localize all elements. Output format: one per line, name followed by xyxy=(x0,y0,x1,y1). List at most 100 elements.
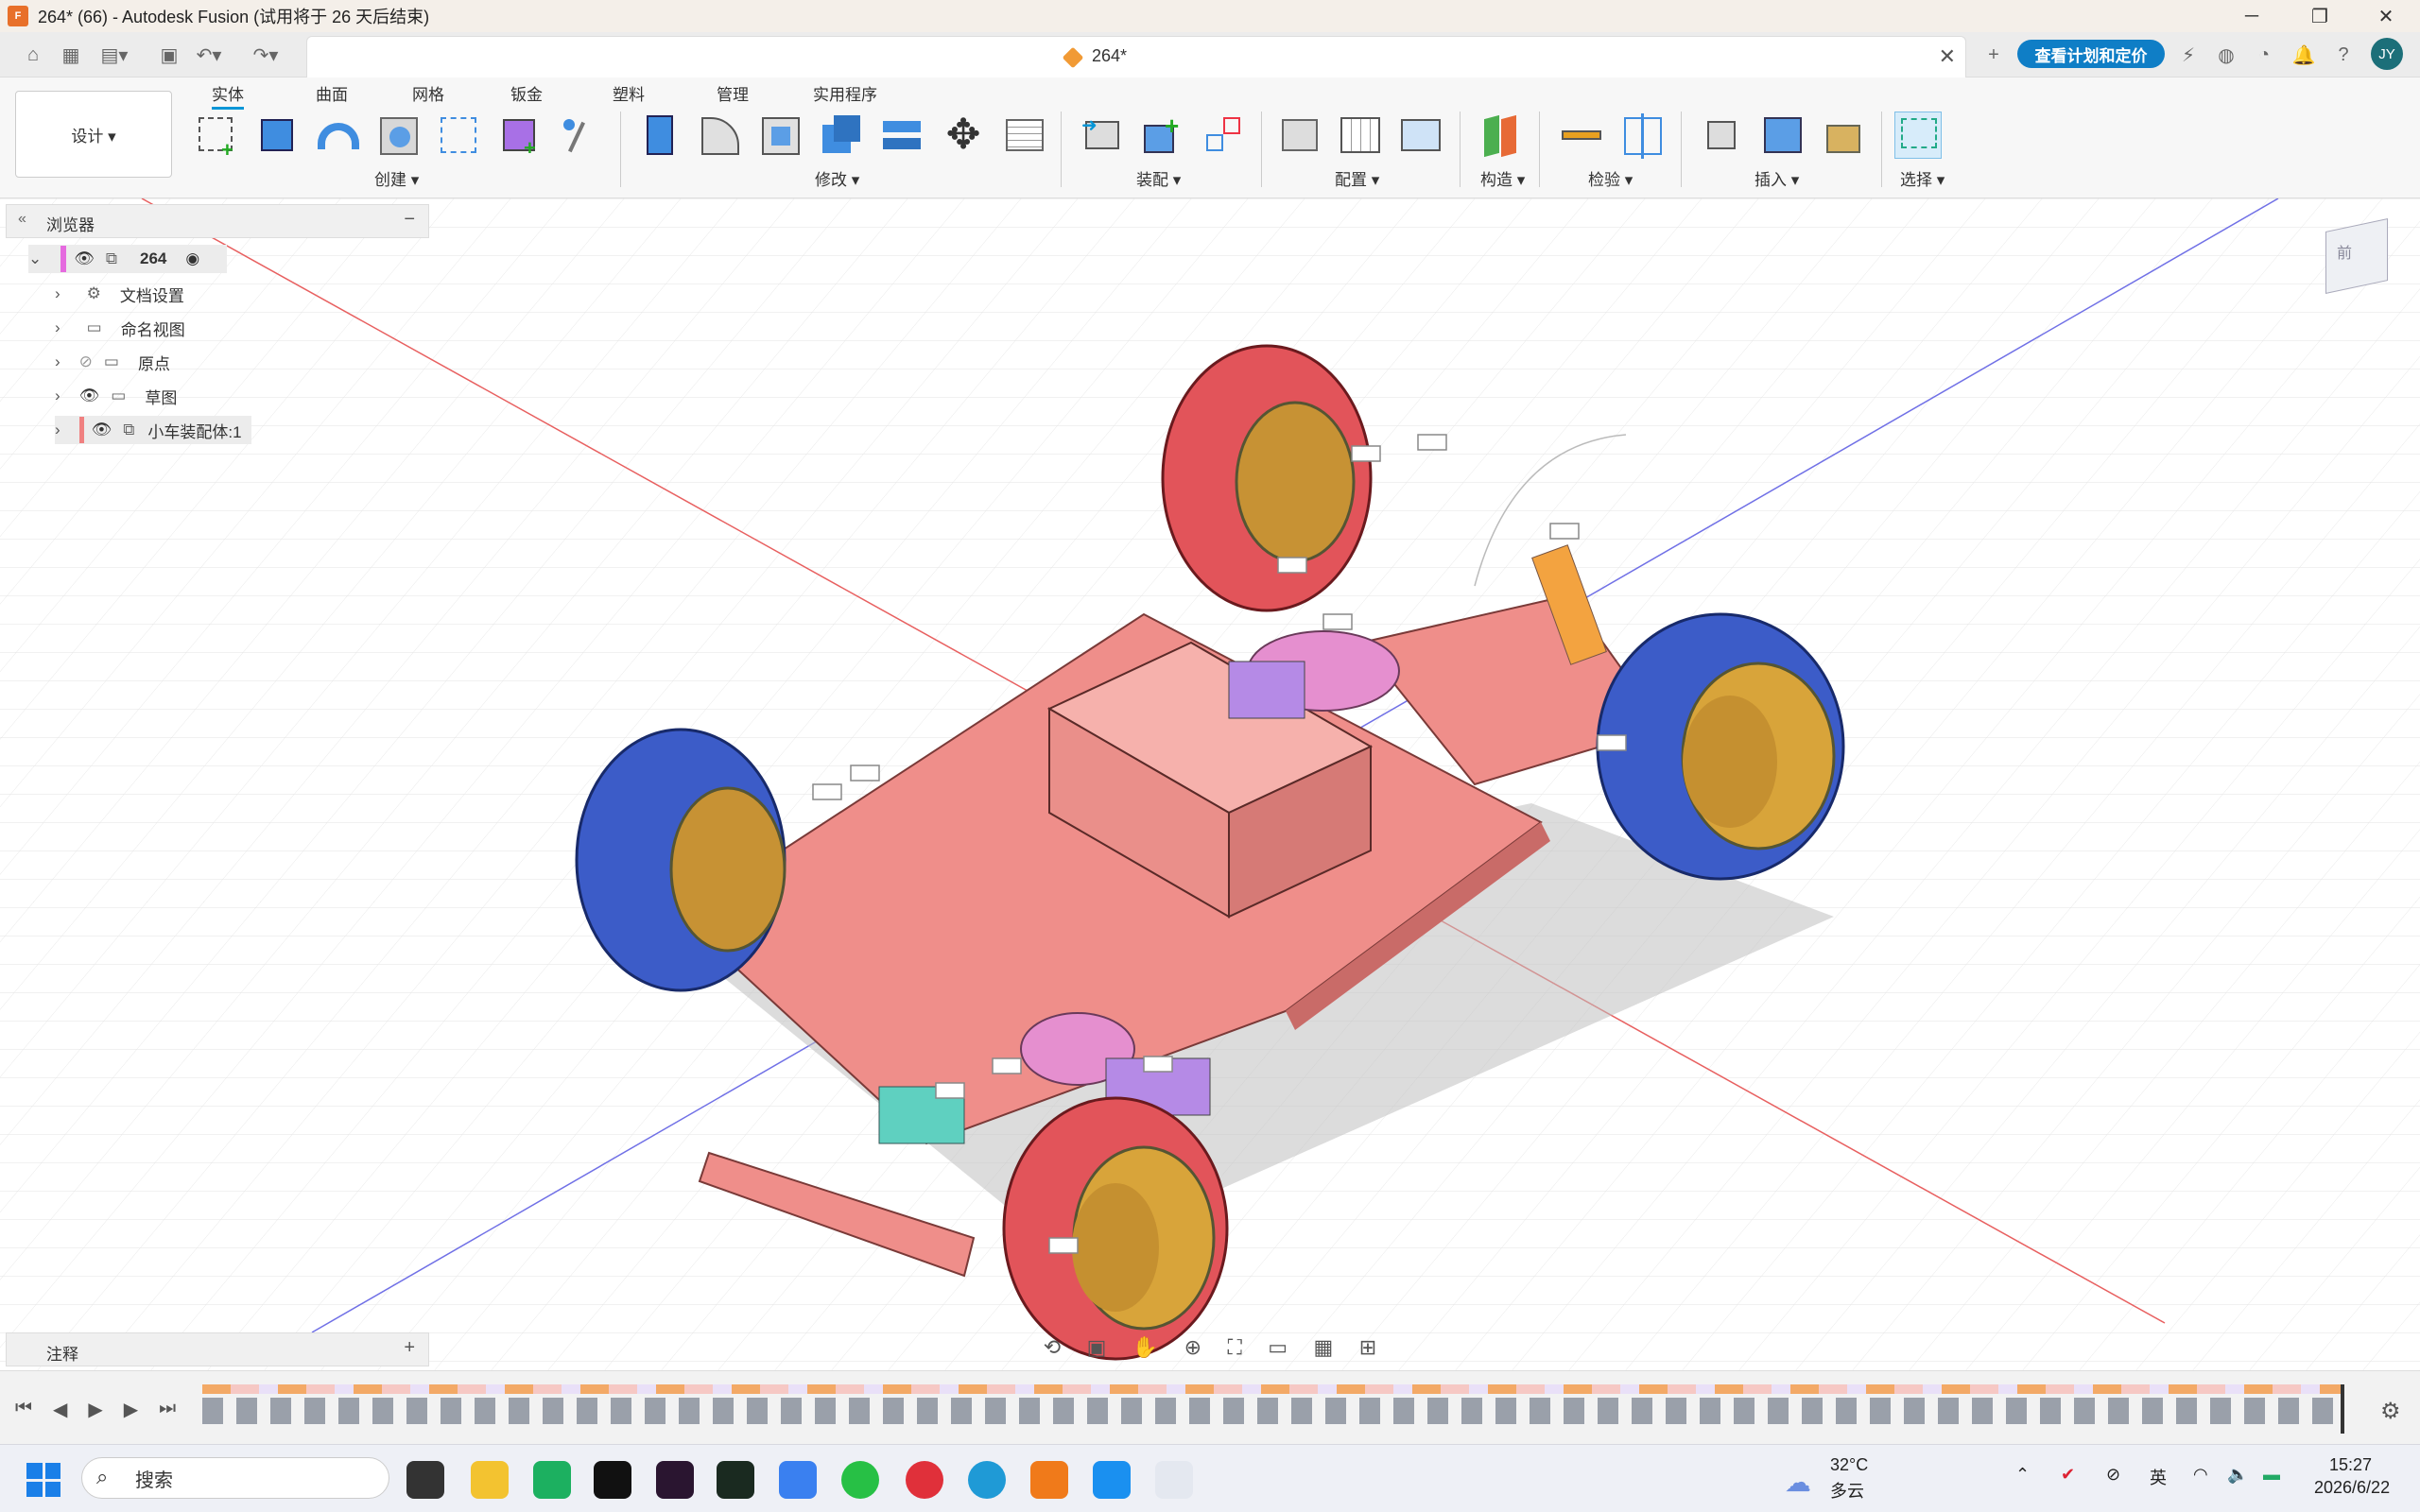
file-explorer-icon[interactable] xyxy=(471,1461,509,1499)
help-icon[interactable]: ? xyxy=(2329,42,2358,68)
taskbar-app-bird[interactable] xyxy=(779,1461,817,1499)
fit-icon[interactable]: ⛶ xyxy=(1227,1335,1241,1360)
job-status-icon[interactable]: ◍ xyxy=(2212,42,2240,68)
taskbar-app-green[interactable] xyxy=(533,1461,571,1499)
avatar[interactable]: JY xyxy=(2371,38,2403,70)
tab-utilities[interactable]: 实用程序 xyxy=(813,81,877,105)
clock-icon[interactable]: ◔ xyxy=(2250,42,2278,68)
redo-icon[interactable]: ↷▾ xyxy=(251,42,280,68)
go-to-start-icon[interactable]: ⏮ xyxy=(15,1398,32,1421)
as-built-joint-icon[interactable]: + xyxy=(1138,112,1185,159)
browser-item-named-views[interactable]: › ▭ 命名视图 xyxy=(55,314,185,342)
insert-derive-icon[interactable] xyxy=(1698,112,1745,159)
snipping-tool-icon[interactable] xyxy=(1155,1461,1193,1499)
play-icon[interactable]: ▶ xyxy=(88,1398,102,1421)
step-forward-icon[interactable]: ▶ xyxy=(124,1398,138,1421)
netease-music-icon[interactable] xyxy=(906,1461,943,1499)
joint-icon[interactable]: ➜ xyxy=(1078,112,1125,159)
display-settings-icon[interactable]: ▭ xyxy=(1268,1335,1288,1360)
ime-indicator[interactable]: 英 xyxy=(2150,1465,2167,1489)
revolve-icon[interactable] xyxy=(314,112,361,159)
file-icon[interactable]: ▤▾ xyxy=(100,42,129,68)
group-modify[interactable]: 修改 ▾ xyxy=(815,166,859,190)
bell-icon[interactable]: 🔔 xyxy=(2290,42,2318,68)
close-icon[interactable]: ✕ xyxy=(2352,0,2420,32)
windows-start-icon[interactable] xyxy=(26,1463,60,1497)
tab-surface[interactable]: 曲面 xyxy=(316,81,348,105)
extensions-icon[interactable]: ⚡ xyxy=(2174,42,2203,68)
browser-item-doc-settings[interactable]: › ⚙ 文档设置 xyxy=(55,280,184,308)
viewports-icon[interactable]: ⊞ xyxy=(1359,1335,1376,1360)
create-sketch-icon[interactable]: + xyxy=(193,112,240,162)
offset-face-icon[interactable] xyxy=(877,112,925,159)
group-configure[interactable]: 配置 ▾ xyxy=(1335,166,1379,190)
eye-icon[interactable]: 👁 xyxy=(79,387,100,405)
insert-mcmaster-icon[interactable] xyxy=(1819,112,1866,159)
automate-icon[interactable] xyxy=(556,112,603,159)
volume-icon[interactable]: 🔈 xyxy=(2227,1465,2248,1485)
pan-icon[interactable]: ✋ xyxy=(1132,1335,1158,1360)
configure-icon[interactable] xyxy=(1276,112,1323,159)
zoom-icon[interactable]: ⊕ xyxy=(1184,1335,1201,1360)
view-cube[interactable] xyxy=(2325,217,2388,295)
taskbar-app-1[interactable] xyxy=(406,1461,444,1499)
pattern-icon[interactable] xyxy=(435,112,482,159)
look-at-icon[interactable]: ▣ xyxy=(1087,1335,1107,1360)
extrude-icon[interactable] xyxy=(253,112,301,159)
parameters-icon[interactable] xyxy=(1000,112,1047,159)
tab-manage[interactable]: 管理 xyxy=(717,81,749,105)
restore-icon[interactable]: ❐ xyxy=(2286,0,2354,32)
group-construct[interactable]: 构造 ▾ xyxy=(1480,166,1525,190)
eye-icon[interactable]: 👁 xyxy=(74,249,95,268)
collapse-panel-icon[interactable]: « xyxy=(18,211,26,228)
timeline-features[interactable] xyxy=(202,1398,2344,1424)
home-icon[interactable]: ⌂ xyxy=(19,42,47,68)
browser-item-origin[interactable]: › ⊘ ▭ 原点 xyxy=(55,348,170,376)
browser-item-assembly[interactable]: › 👁 ⧉ 小车装配体:1 xyxy=(55,416,251,444)
grid-icon[interactable]: ▦ xyxy=(57,42,85,68)
save-icon[interactable]: ▣ xyxy=(155,42,183,68)
insert-canvas-icon[interactable] xyxy=(1758,112,1806,159)
tray-app-icon[interactable]: ✔ xyxy=(2061,1465,2075,1485)
wechat-icon[interactable] xyxy=(841,1461,879,1499)
config-rules-icon[interactable] xyxy=(1397,112,1444,159)
minimize-browser-icon[interactable]: − xyxy=(404,209,415,231)
3d-viewport[interactable] xyxy=(0,198,2420,1370)
search-input[interactable]: 搜索 xyxy=(81,1457,389,1499)
browser-root[interactable]: ⌄ 👁 ⧉ 264 ◉ xyxy=(28,245,227,273)
config-table-icon[interactable] xyxy=(1337,112,1384,159)
battery-icon[interactable]: ▬ xyxy=(2263,1465,2280,1485)
minimize-icon[interactable]: ─ xyxy=(2218,0,2286,32)
orbit-icon[interactable]: ⟲ xyxy=(1044,1335,1061,1360)
measure-icon[interactable] xyxy=(1558,112,1605,159)
taskbar-app-triangle[interactable] xyxy=(717,1461,754,1499)
document-tab[interactable]: 264* ✕ xyxy=(306,36,1966,79)
move-icon[interactable]: ✥ xyxy=(940,112,987,159)
new-component-icon[interactable]: + xyxy=(495,112,543,160)
taskbar-app-k[interactable] xyxy=(594,1461,631,1499)
clock-time[interactable]: 15:27 xyxy=(2329,1455,2372,1475)
shell-icon[interactable] xyxy=(756,112,804,159)
plan-pricing-button[interactable]: 查看计划和定价 xyxy=(2017,40,2165,68)
group-insert[interactable]: 插入 ▾ xyxy=(1754,166,1799,190)
group-inspect[interactable]: 检验 ▾ xyxy=(1588,166,1633,190)
go-to-end-icon[interactable]: ⏭ xyxy=(159,1398,176,1421)
tab-solid[interactable]: 实体 xyxy=(212,81,244,110)
tab-mesh[interactable]: 网格 xyxy=(412,81,444,105)
wifi-icon[interactable]: ◠ xyxy=(2193,1465,2208,1485)
tray-hidden-icon[interactable]: ⊘ xyxy=(2106,1465,2120,1485)
section-analysis-icon[interactable] xyxy=(1618,112,1666,159)
group-assemble[interactable]: 装配 ▾ xyxy=(1136,166,1181,190)
press-pull-icon[interactable] xyxy=(637,112,684,159)
tab-plastic[interactable]: 塑料 xyxy=(613,81,645,105)
add-note-icon[interactable]: + xyxy=(404,1337,415,1359)
eye-hidden-icon[interactable]: ⊘ xyxy=(79,352,93,371)
tab-sheet-metal[interactable]: 钣金 xyxy=(510,81,543,105)
grid-settings-icon[interactable]: ▦ xyxy=(1314,1335,1334,1360)
clock-date[interactable]: 2026/6/22 xyxy=(2314,1478,2390,1498)
group-select[interactable]: 选择 ▾ xyxy=(1900,166,1945,190)
timeline-settings-icon[interactable]: ⚙ xyxy=(2380,1398,2401,1425)
hole-icon[interactable] xyxy=(374,112,422,159)
workspace-selector[interactable]: 设计 ▾ xyxy=(15,91,172,178)
timeline-marker[interactable] xyxy=(2341,1384,2344,1434)
